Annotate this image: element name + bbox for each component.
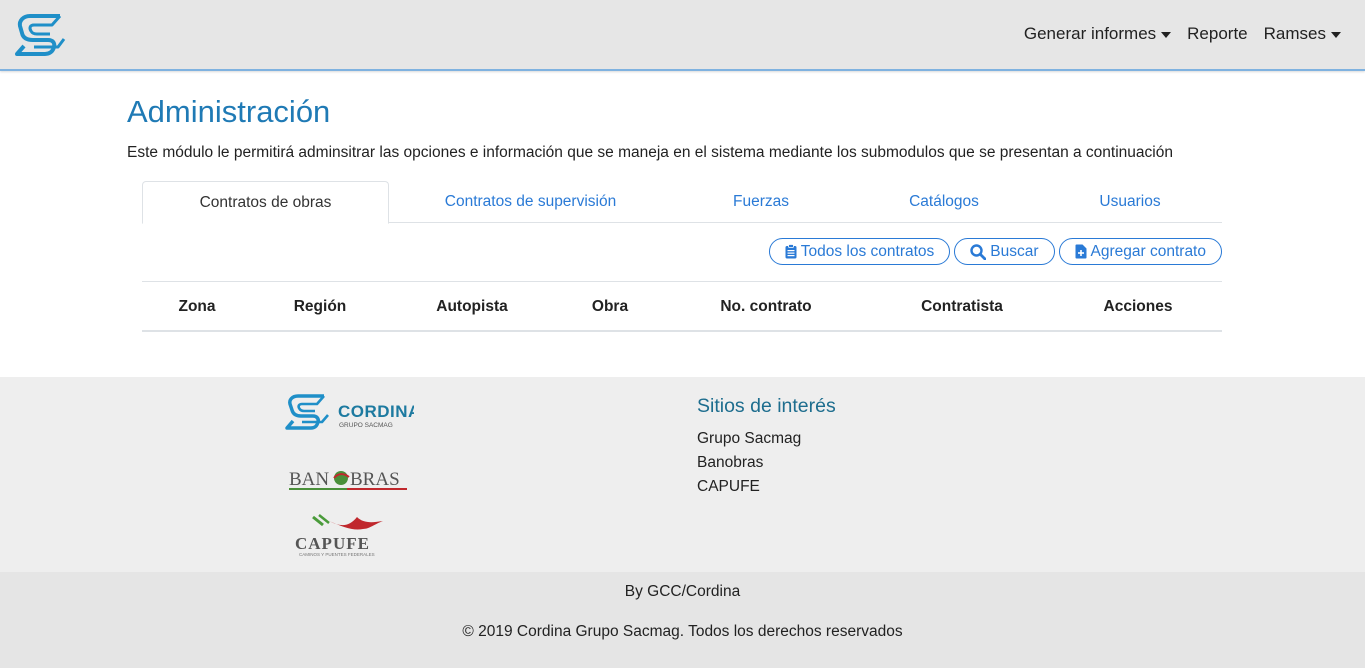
banobras-logo-text-left: BAN: [289, 469, 329, 490]
footer-by-line: By GCC/Cordina: [624, 583, 741, 600]
tab-contratos-obras[interactable]: Contratos de obras: [142, 181, 389, 224]
contracts-table: Zona Región Autopista Obra No. contrato …: [142, 281, 1222, 332]
tab-bar: Contratos de obras Contratos de supervis…: [142, 181, 1222, 224]
nav-user-menu[interactable]: Ramses: [1264, 24, 1341, 44]
footer-copyright: © 2019 Cordina Grupo Sacmag. Todos los d…: [462, 623, 903, 640]
caret-down-icon: [1161, 32, 1172, 38]
todos-contratos-label: Todos los contratos: [800, 242, 935, 260]
brand-logo-icon[interactable]: [14, 13, 66, 58]
toolbar: Todos los contratos Buscar Agregar contr…: [765, 238, 1222, 265]
navbar: Generar informes Reporte Ramses: [0, 0, 1365, 71]
capufe-logo-subtext: CAMINOS Y PUENTES FEDERALES: [299, 552, 375, 557]
caret-down-icon: [1331, 32, 1341, 38]
nav-reporte[interactable]: Reporte: [1187, 24, 1247, 44]
site-link-capufe[interactable]: CAPUFE: [697, 475, 801, 499]
capufe-logo-text: CAPUFE: [295, 534, 370, 553]
cordina-logo-text: CORDINA: [338, 402, 414, 421]
nav-generar-informes-label: Generar informes: [1023, 24, 1157, 43]
sites-title: Sitios de interés: [697, 395, 836, 417]
column-header-region[interactable]: Región: [294, 282, 347, 331]
banobras-logo-text-right: BRAS: [350, 469, 400, 490]
column-header-acciones[interactable]: Acciones: [1104, 282, 1173, 331]
page-description: Este módulo le permitirá adminsitrar las…: [127, 144, 1173, 161]
nav-menu: Generar informes Reporte Ramses: [1008, 24, 1341, 44]
cordina-logo-subtext: GRUPO SACMAG: [339, 422, 393, 429]
clipboard-icon: [785, 244, 797, 259]
banobras-logo[interactable]: BAN BRAS: [289, 467, 409, 498]
footer: CORDINA GRUPO SACMAG BAN BRAS CAPUFE CAM…: [0, 377, 1365, 572]
file-plus-icon: [1075, 244, 1087, 259]
sites-list: Grupo Sacmag Banobras CAPUFE: [697, 427, 801, 499]
site-link-banobras[interactable]: Banobras: [697, 451, 801, 475]
column-header-contratista[interactable]: Contratista: [921, 282, 1003, 331]
buscar-button[interactable]: Buscar: [954, 238, 1055, 265]
nav-user-label: Ramses: [1263, 24, 1326, 43]
page-title: Administración: [127, 94, 331, 129]
tab-contratos-supervision[interactable]: Contratos de supervisión: [389, 181, 672, 223]
agregar-contrato-button[interactable]: Agregar contrato: [1058, 238, 1222, 265]
search-icon: [970, 243, 987, 260]
tab-catalogos[interactable]: Catálogos: [850, 181, 1038, 223]
column-header-no-contrato[interactable]: No. contrato: [720, 282, 811, 331]
tab-fuerzas[interactable]: Fuerzas: [672, 181, 850, 223]
column-header-zona[interactable]: Zona: [178, 282, 215, 331]
footer-bottom: By GCC/Cordina © 2019 Cordina Grupo Sacm…: [0, 572, 1365, 668]
nav-reporte-label: Reporte: [1187, 24, 1248, 43]
todos-contratos-button[interactable]: Todos los contratos: [768, 238, 951, 265]
column-header-obra[interactable]: Obra: [592, 282, 628, 331]
cordina-logo[interactable]: CORDINA GRUPO SACMAG: [284, 393, 420, 448]
nav-generar-informes[interactable]: Generar informes: [1023, 24, 1172, 44]
site-link-grupo-sacmag[interactable]: Grupo Sacmag: [697, 427, 801, 451]
agregar-contrato-label: Agregar contrato: [1090, 242, 1206, 260]
buscar-label: Buscar: [990, 242, 1039, 260]
capufe-logo[interactable]: CAPUFE CAMINOS Y PUENTES FEDERALES: [293, 511, 405, 562]
tab-usuarios[interactable]: Usuarios: [1038, 181, 1222, 223]
column-header-autopista[interactable]: Autopista: [436, 282, 507, 331]
